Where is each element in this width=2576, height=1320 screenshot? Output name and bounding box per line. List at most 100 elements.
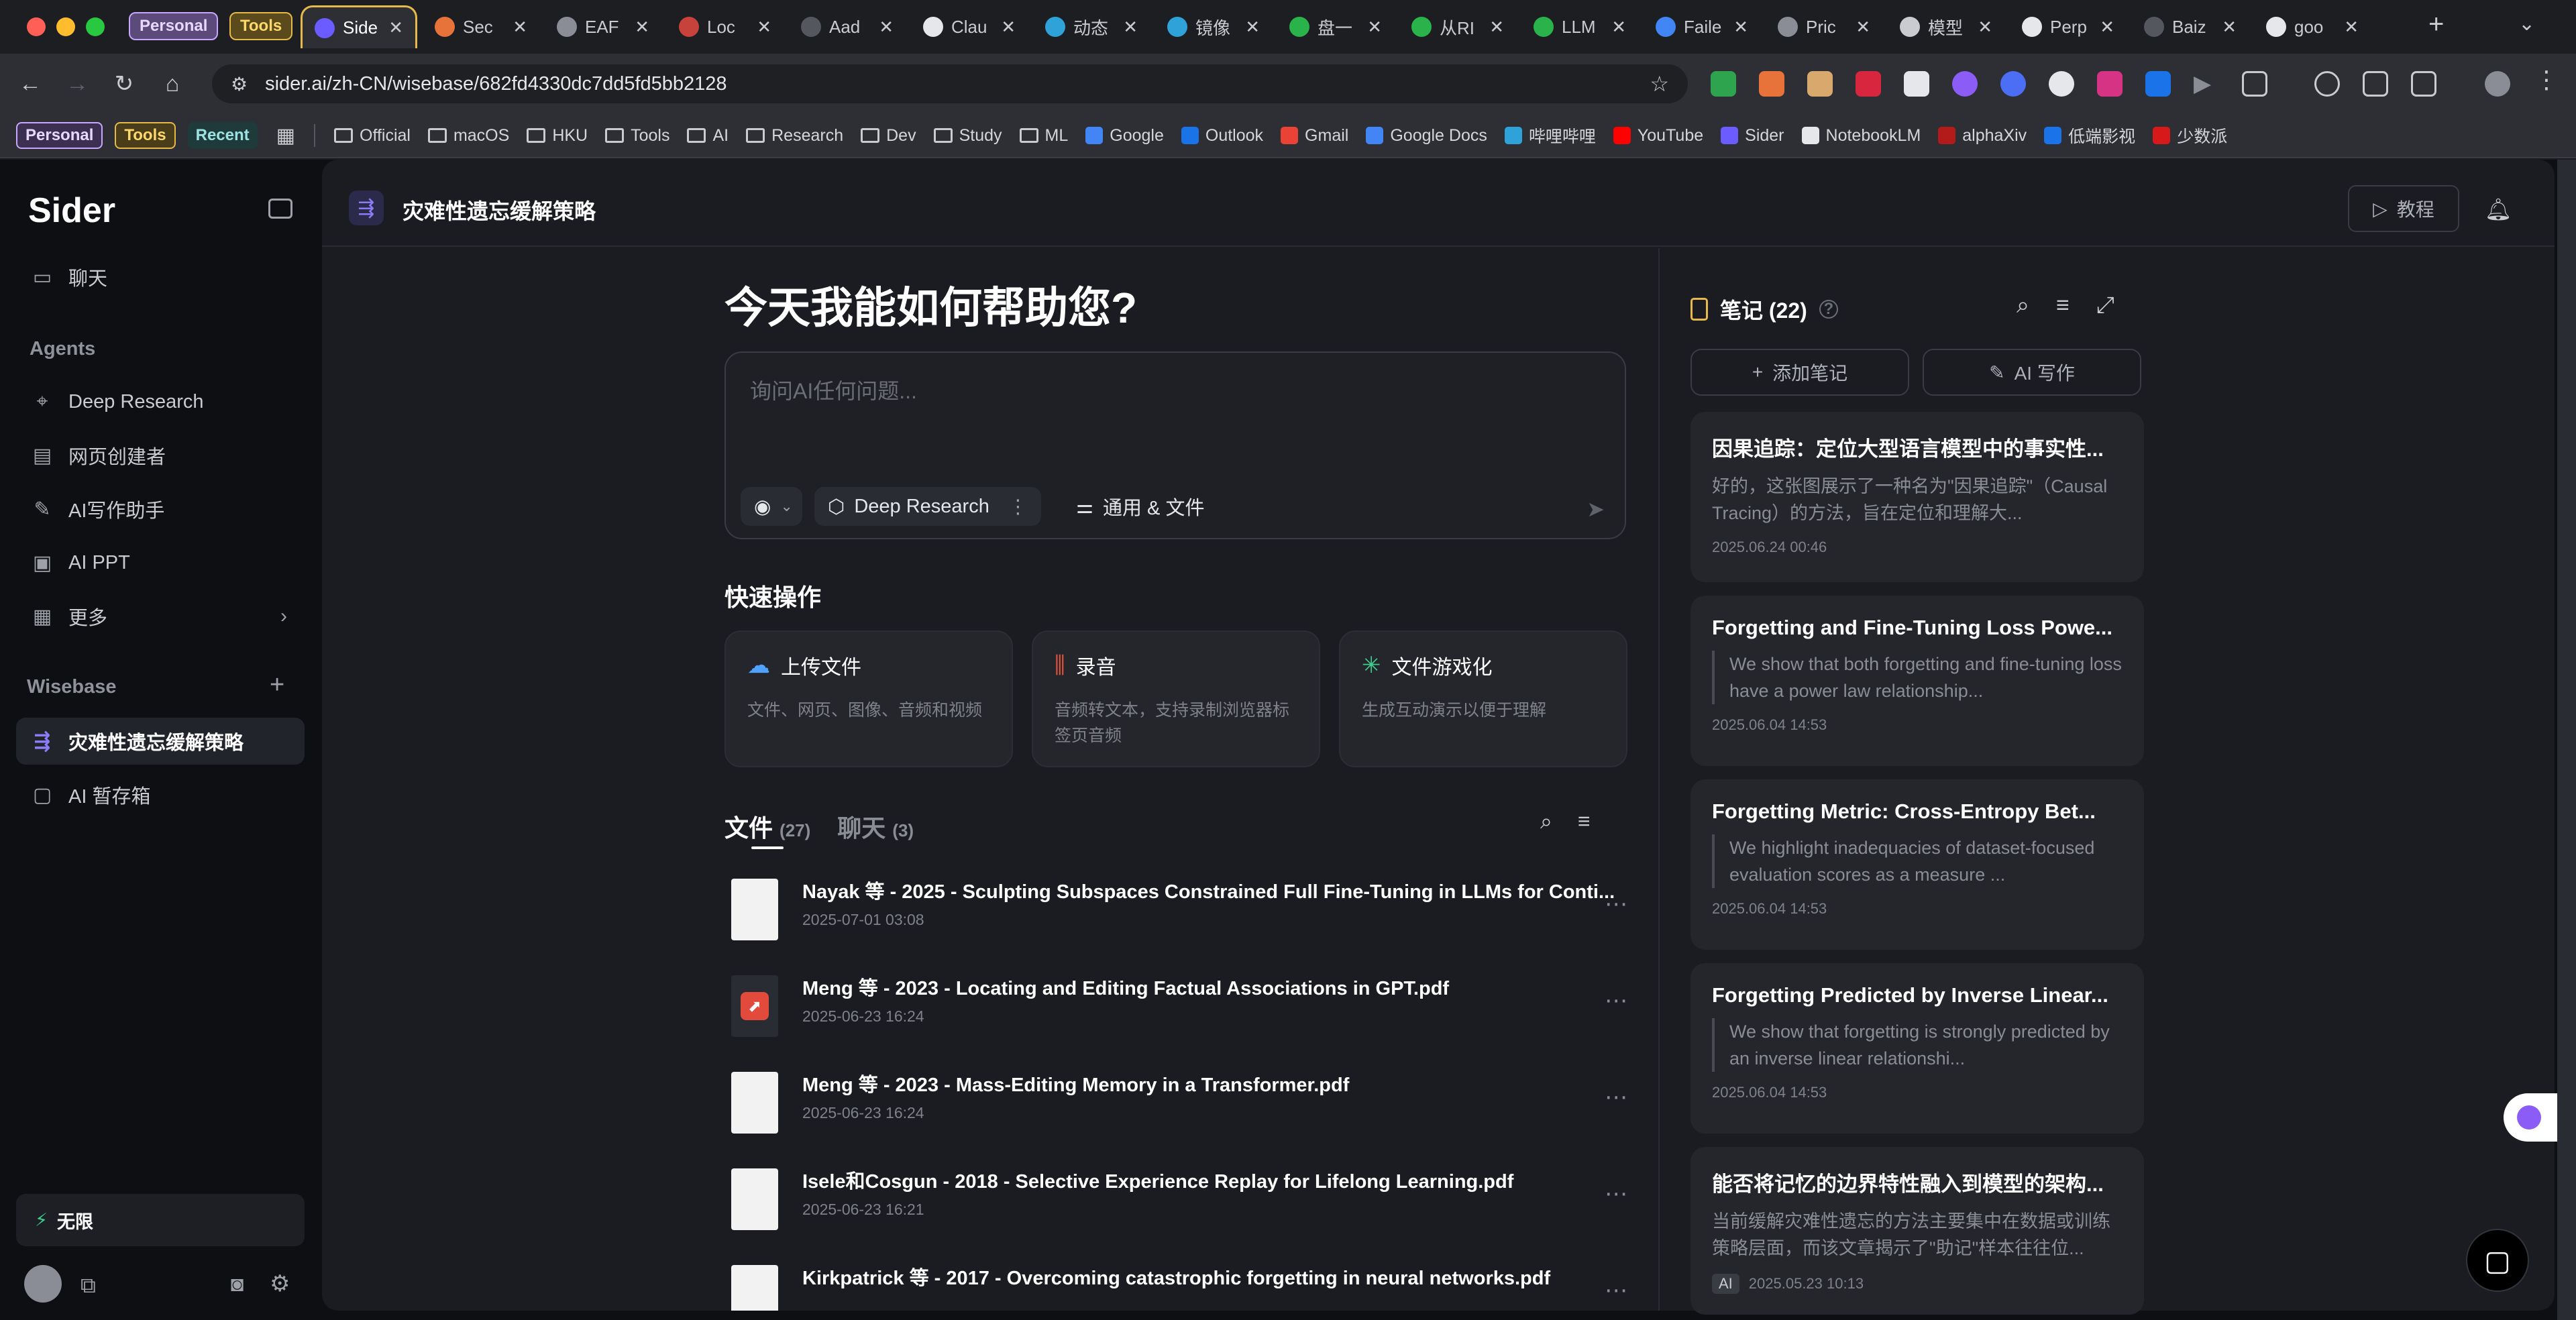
tab-chats[interactable]: 聊天 (3) bbox=[837, 809, 914, 844]
extensions-puzzle-icon[interactable] bbox=[2242, 71, 2267, 97]
close-tab-icon[interactable]: ✕ bbox=[757, 17, 771, 38]
browser-tab[interactable]: 镜像 ✕ bbox=[1155, 5, 1272, 48]
quick-action-gamify[interactable]: ✳ 文件游戏化 生成互动演示以便于理解 bbox=[1339, 630, 1627, 767]
close-tab-icon[interactable]: ✕ bbox=[1978, 17, 1992, 38]
bookmark-item[interactable]: 哔哩哔哩 bbox=[1498, 123, 1603, 148]
help-icon[interactable]: ? bbox=[1819, 300, 1838, 319]
extension-face-icon[interactable] bbox=[1807, 71, 1833, 97]
note-card[interactable]: Forgetting Predicted by Inverse Linear..… bbox=[1690, 963, 2144, 1134]
note-card[interactable]: Forgetting and Fine-Tuning Loss Powe... W… bbox=[1690, 596, 2144, 766]
extension-hex-icon[interactable] bbox=[2000, 71, 2026, 97]
bookmark-item[interactable]: ML bbox=[1013, 123, 1075, 148]
bell-icon[interactable]: 🔔︎ bbox=[2482, 193, 2514, 225]
bookmark-item[interactable]: Study bbox=[927, 123, 1009, 148]
note-card[interactable]: Forgetting Metric: Cross-Entropy Bet... W… bbox=[1690, 779, 2144, 950]
file-row[interactable]: Kirkpatrick 等 - 2017 - Overcoming catast… bbox=[724, 1257, 1637, 1311]
plan-badge[interactable]: ⚡ 无限 bbox=[16, 1194, 305, 1246]
close-tab-icon[interactable]: ✕ bbox=[388, 17, 403, 38]
more-options-icon[interactable]: ⋯ bbox=[1605, 1277, 1627, 1304]
minimize-window-button[interactable] bbox=[56, 17, 75, 36]
bookmark-item[interactable]: Google bbox=[1079, 123, 1171, 148]
tab-search-icon[interactable]: ⌄ bbox=[2518, 12, 2535, 36]
bookmark-item[interactable]: AI bbox=[680, 123, 735, 148]
back-icon[interactable]: ← bbox=[13, 67, 47, 101]
bookmark-group-personal[interactable]: Personal bbox=[16, 122, 103, 149]
browser-menu-icon[interactable]: ⋮ bbox=[2534, 66, 2559, 94]
tab-files[interactable]: 文件 (27) bbox=[724, 809, 810, 844]
quick-action-record[interactable]: ⫼ 录音 音频转文本，支持录制浏览器标签页音频 bbox=[1032, 630, 1320, 767]
bookmark-item[interactable]: Gmail bbox=[1274, 123, 1355, 148]
close-tab-icon[interactable]: ✕ bbox=[2344, 17, 2359, 38]
close-tab-icon[interactable]: ✕ bbox=[1123, 17, 1138, 38]
scrollbar[interactable] bbox=[2557, 160, 2576, 1320]
address-bar[interactable]: ⚙ sider.ai/zh-CN/wisebase/682fd4330dc7dd… bbox=[212, 64, 1688, 103]
chat-input-box[interactable]: 询问AI任何问题... ◉ ⌄ ⬡ Deep Research ⋮ ⚌ 通用 &… bbox=[724, 351, 1626, 539]
bookmark-item[interactable]: YouTube bbox=[1607, 123, 1710, 148]
extension-translate-icon[interactable] bbox=[2097, 71, 2123, 97]
tutorial-button[interactable]: ▷ 教程 bbox=[2348, 185, 2459, 232]
support-chat-button[interactable]: ▢ bbox=[2466, 1229, 2529, 1292]
collapse-sidebar-icon[interactable] bbox=[268, 199, 292, 219]
site-settings-icon[interactable]: ⚙ bbox=[231, 73, 248, 95]
home-icon[interactable]: ⌂ bbox=[156, 67, 189, 101]
search-icon[interactable]: ⌕ bbox=[2017, 292, 2029, 319]
file-row[interactable]: ⬈ Meng 等 - 2023 - Locating and Editing Fa… bbox=[724, 967, 1637, 1049]
copy-icon[interactable]: ⧉ bbox=[80, 1273, 96, 1299]
extension-sider-icon[interactable] bbox=[1952, 71, 1978, 97]
note-card[interactable]: 能否将记忆的边界特性融入到模型的架构... 当前缓解灾难性遗忘的方法主要集中在数据… bbox=[1690, 1147, 2144, 1315]
bookmark-item[interactable]: HKU bbox=[520, 123, 594, 148]
bookmark-item[interactable]: Dev bbox=[854, 123, 922, 148]
filter-icon[interactable]: ≡ bbox=[1578, 809, 1591, 834]
file-row[interactable]: Isele和Cosgun - 2018 - Selective Experien… bbox=[724, 1160, 1637, 1242]
more-vertical-icon[interactable]: ⋮ bbox=[999, 495, 1028, 518]
more-options-icon[interactable]: ⋯ bbox=[1605, 987, 1627, 1014]
discord-icon[interactable]: ◙ bbox=[231, 1272, 244, 1297]
sidebar-item-ai-writer[interactable]: ✎ AI写作助手 bbox=[16, 486, 305, 533]
close-tab-icon[interactable]: ✕ bbox=[635, 17, 649, 38]
browser-tab[interactable]: goo ✕ bbox=[2254, 5, 2371, 48]
extension-fox-icon[interactable] bbox=[1759, 71, 1784, 97]
sidebar-item-ai-inbox[interactable]: ▢ AI 暂存箱 bbox=[16, 771, 305, 818]
reading-list-icon[interactable] bbox=[2363, 71, 2388, 97]
bookmark-item[interactable]: Official bbox=[327, 123, 417, 148]
sider-logo[interactable]: Sider bbox=[28, 190, 115, 231]
expand-icon[interactable]: ⤢ bbox=[2096, 292, 2114, 319]
close-tab-icon[interactable]: ✕ bbox=[513, 17, 527, 38]
search-icon[interactable]: ⌕ bbox=[1540, 809, 1552, 834]
extension-doc-icon[interactable] bbox=[1904, 71, 1929, 97]
bookmark-item[interactable]: macOS bbox=[421, 123, 516, 148]
browser-tab[interactable]: Baiz ✕ bbox=[2132, 5, 2249, 48]
browser-tab[interactable]: Sec ✕ bbox=[423, 5, 539, 48]
bookmark-item[interactable]: alphaXiv bbox=[1931, 123, 2033, 148]
maximize-window-button[interactable] bbox=[86, 17, 105, 36]
file-row[interactable]: Nayak 等 - 2025 - Sculpting Subspaces Con… bbox=[724, 871, 1637, 952]
deep-research-toggle[interactable]: ⬡ Deep Research ⋮ bbox=[814, 487, 1041, 526]
browser-tab[interactable]: Clau ✕ bbox=[911, 5, 1028, 48]
close-tab-icon[interactable]: ✕ bbox=[1611, 17, 1626, 38]
close-tab-icon[interactable]: ✕ bbox=[1245, 17, 1260, 38]
close-tab-icon[interactable]: ✕ bbox=[2222, 17, 2237, 38]
sidebar-item-web-creator[interactable]: ▤ 网页创建者 bbox=[16, 432, 305, 479]
more-options-icon[interactable]: ⋯ bbox=[1605, 891, 1627, 918]
sidebar-item-deep-research[interactable]: ⌖ Deep Research bbox=[16, 378, 305, 425]
browser-tab[interactable]: 盘一 ✕ bbox=[1277, 5, 1394, 48]
forward-icon[interactable]: → bbox=[60, 67, 94, 101]
close-tab-icon[interactable]: ✕ bbox=[1367, 17, 1382, 38]
bookmark-star-icon[interactable]: ☆ bbox=[1650, 71, 1669, 97]
apps-grid-icon[interactable]: ▦ bbox=[270, 124, 302, 148]
browser-tab[interactable]: Faile ✕ bbox=[1644, 5, 1760, 48]
note-card[interactable]: 因果追踪：定位大型语言模型中的事实性... 好的，这张图展示了一种名为"因果追踪"… bbox=[1690, 412, 2144, 582]
close-tab-icon[interactable]: ✕ bbox=[879, 17, 894, 38]
tab-group-personal[interactable]: Personal bbox=[129, 12, 219, 40]
bookmark-item[interactable]: Tools bbox=[598, 123, 676, 148]
tab-group-tools[interactable]: Tools bbox=[229, 12, 293, 40]
bookmark-item[interactable]: Outlook bbox=[1175, 123, 1270, 148]
reload-icon[interactable]: ↻ bbox=[107, 67, 141, 101]
extension-avatar-icon[interactable] bbox=[2049, 71, 2074, 97]
file-row[interactable]: Meng 等 - 2023 - Mass-Editing Memory in a… bbox=[724, 1064, 1637, 1146]
browser-tab[interactable]: 模型 ✕ bbox=[1888, 5, 2004, 48]
browser-tab[interactable]: Loc ✕ bbox=[667, 5, 784, 48]
new-tab-icon[interactable]: + bbox=[2428, 9, 2444, 40]
bookmark-item[interactable]: Google Docs bbox=[1359, 123, 1494, 148]
ai-write-button[interactable]: ✎ AI 写作 bbox=[1923, 349, 2141, 396]
